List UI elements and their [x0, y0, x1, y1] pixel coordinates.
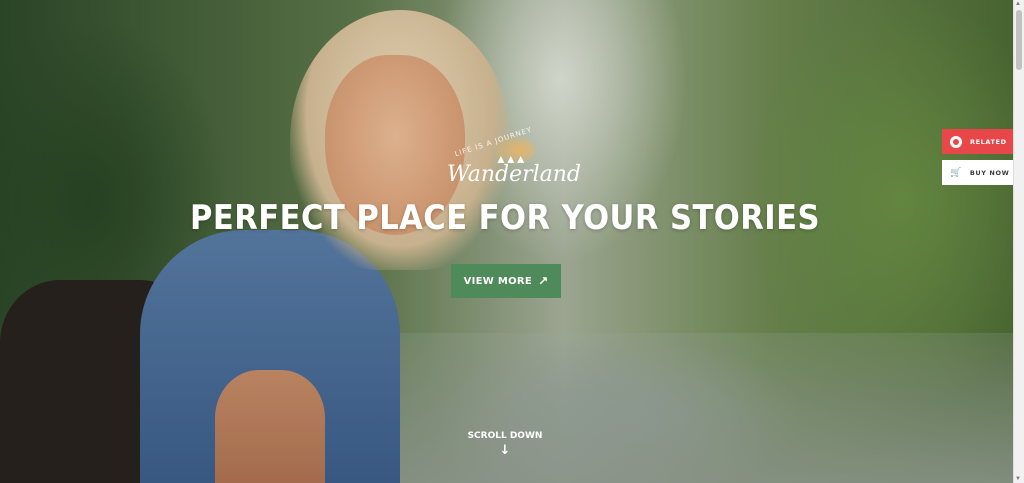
site-logo[interactable]: LIFE IS A JOURNEY ▲▲▲ Wanderland: [445, 126, 582, 192]
scrollbar-up-arrow-icon[interactable]: ▲: [1015, 1, 1021, 7]
cart-icon: 🛒: [950, 167, 962, 178]
hero-headline: PERFECT PLACE FOR YOUR STORIES: [190, 198, 820, 238]
view-more-button[interactable]: VIEW MORE ↗: [451, 264, 561, 298]
related-button[interactable]: RELATED: [942, 129, 1013, 154]
view-more-label: VIEW MORE: [463, 275, 533, 287]
scroll-down-link[interactable]: SCROLL DOWN ↓: [455, 431, 555, 458]
buy-now-button[interactable]: 🛒 BUY NOW: [942, 160, 1013, 185]
buy-now-label: BUY NOW: [969, 168, 1010, 177]
hero-overlay: [0, 0, 1024, 483]
scrollbar-down-arrow-icon[interactable]: ▼: [1015, 476, 1021, 482]
hero-page: LIFE IS A JOURNEY ▲▲▲ Wanderland PERFECT…: [0, 0, 1024, 483]
related-label: RELATED: [970, 137, 1007, 146]
related-circle-icon: [950, 135, 962, 148]
scroll-down-label: SCROLL DOWN: [467, 431, 543, 441]
page-scrollbar[interactable]: ▲ ▼: [1013, 0, 1024, 483]
arrow-down-icon: ↓: [499, 443, 511, 458]
logo-name: Wanderland: [447, 162, 582, 187]
arrow-up-right-icon: ↗: [538, 274, 549, 288]
scrollbar-thumb[interactable]: [1016, 10, 1022, 70]
